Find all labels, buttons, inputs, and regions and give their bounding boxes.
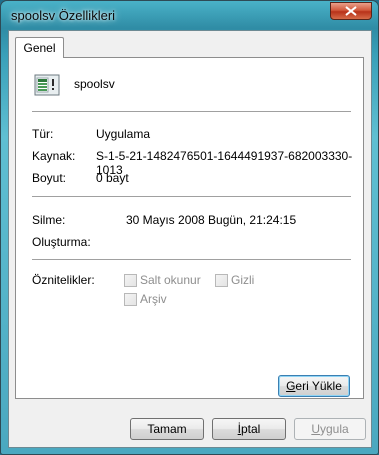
divider	[32, 259, 351, 260]
archive-checkbox-label: Arşiv	[140, 292, 167, 306]
apply-button-mnemonic: U	[311, 422, 320, 436]
application-file-icon	[34, 74, 60, 96]
dialog-body: Genel spoolsv Tür: Uygulama Kaynak: S-1-…	[8, 30, 372, 448]
restore-button[interactable]: Geri Yükle	[278, 375, 350, 397]
divider	[32, 111, 351, 112]
deleted-value: 30 Mayıs 2008 Bugün, 21:24:15	[126, 213, 297, 227]
hidden-checkbox[interactable]	[215, 274, 228, 287]
apply-button-label: ygula	[319, 422, 349, 436]
type-value: Uygulama	[96, 127, 151, 141]
readonly-checkbox-label: Salt okunur	[140, 273, 201, 287]
type-label: Tür:	[32, 127, 54, 141]
tab-general[interactable]: Genel	[15, 37, 64, 58]
properties-window: spoolsv Özellikleri Genel spoolsv Tür: U…	[0, 0, 379, 455]
close-button[interactable]	[330, 2, 372, 20]
readonly-checkbox[interactable]	[124, 274, 137, 287]
size-value: 0 bayt	[96, 171, 129, 185]
ok-button[interactable]: Tamam	[130, 418, 204, 440]
restore-button-label-rest: eri Yükle	[295, 379, 342, 393]
created-label: Oluşturma:	[32, 235, 91, 249]
attributes-label: Öznitelikler:	[32, 273, 95, 287]
source-value: S-1-5-21-1482476501-1644491937-682003330…	[96, 149, 353, 177]
apply-button[interactable]: Uygula	[294, 418, 366, 440]
close-icon	[345, 6, 357, 16]
divider	[32, 196, 351, 197]
title-bar[interactable]: spoolsv Özellikleri	[1, 1, 378, 29]
archive-checkbox[interactable]	[124, 293, 137, 306]
file-name: spoolsv	[74, 77, 115, 91]
deleted-label: Silme:	[32, 213, 66, 227]
size-label: Boyut:	[32, 171, 67, 185]
hidden-checkbox-label: Gizli	[231, 273, 255, 287]
general-panel: spoolsv Tür: Uygulama Kaynak: S-1-5-21-1…	[15, 57, 364, 399]
window-title: spoolsv Özellikleri	[11, 8, 116, 23]
cancel-button-label: ptal	[240, 422, 261, 436]
cancel-button[interactable]: İptal	[212, 418, 286, 440]
source-label: Kaynak:	[32, 149, 76, 163]
